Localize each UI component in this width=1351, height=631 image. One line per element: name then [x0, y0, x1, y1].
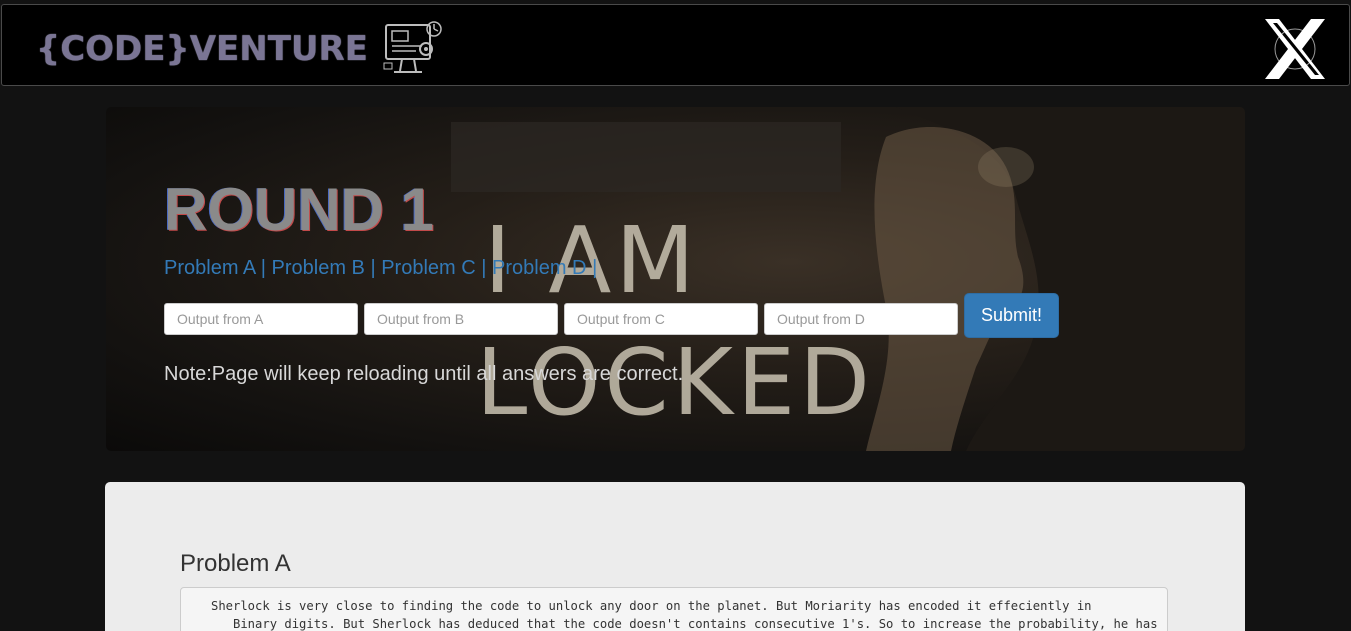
output-c-input[interactable]: [564, 302, 758, 335]
brand-logo[interactable]: {CODE}VENTURE: [36, 17, 448, 81]
round-title: ROUND 1: [164, 176, 435, 243]
top-navbar: {CODE}VENTURE: [1, 4, 1350, 86]
link-separator: |: [260, 257, 266, 279]
problem-statement: Sherlock is very close to finding the co…: [180, 587, 1168, 631]
submit-button[interactable]: Submit!: [964, 293, 1059, 338]
link-separator: |: [481, 257, 487, 279]
problem-d-link[interactable]: Problem D: [492, 257, 586, 279]
problem-text-line1: Sherlock is very close to finding the co…: [211, 599, 1092, 613]
problem-title: Problem A: [180, 550, 291, 577]
output-d-input[interactable]: [764, 302, 958, 335]
computer-dashboard-icon: [383, 21, 442, 73]
link-separator: |: [370, 257, 376, 279]
problem-panel: Problem A Sherlock is very close to find…: [105, 482, 1245, 631]
problem-c-link[interactable]: Problem C: [381, 257, 475, 279]
brand-text: {CODE}VENTURE: [36, 29, 368, 69]
output-a-input[interactable]: [164, 302, 358, 335]
problem-links: Problem A | Problem B | Problem C | Prob…: [164, 257, 597, 280]
problem-a-link[interactable]: Problem A: [164, 257, 255, 279]
problem-text-line2: Binary digits. But Sherlock has deduced …: [211, 617, 1158, 631]
output-b-input[interactable]: [364, 302, 558, 335]
answer-form: Submit!: [164, 293, 1059, 338]
x-logo-icon[interactable]: [1259, 13, 1331, 85]
problem-b-link[interactable]: Problem B: [272, 257, 365, 279]
reload-note: Note:Page will keep reloading until all …: [164, 363, 684, 385]
link-separator: |: [592, 257, 598, 279]
round-hero: I AM LOCKED ROUND 1 Problem A | Problem …: [106, 107, 1245, 451]
